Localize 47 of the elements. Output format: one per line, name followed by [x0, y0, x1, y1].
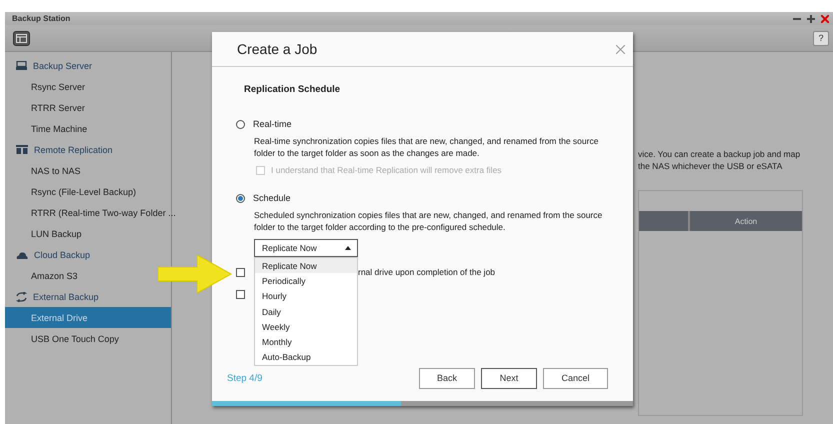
- sidebar-group[interactable]: Cloud Backup: [34, 250, 90, 260]
- sidebar-item[interactable]: USB One Touch Copy: [5, 328, 123, 349]
- step-indicator: Step 4/9: [227, 372, 262, 384]
- checkbox[interactable]: [236, 290, 245, 298]
- dropdown-option[interactable]: Replicate Now: [255, 258, 357, 274]
- checkbox-label: rnal drive upon completion of the job: [358, 267, 496, 277]
- schedule-select[interactable]: Replicate Now: [254, 239, 358, 257]
- sidebar-item[interactable]: LUN Backup: [5, 223, 86, 244]
- replication-icon: [16, 145, 28, 154]
- radio-label: Real-time: [253, 119, 292, 129]
- maximize-icon[interactable]: [807, 14, 815, 22]
- description-text: the NAS whichever the USB or eSATA: [638, 160, 784, 172]
- close-icon[interactable]: [616, 44, 625, 54]
- option-description: Real-time synchronization copies files that are new, changed, and renamed from the source folder to the target folder as soon as the changes are made.: [254, 135, 600, 159]
- checkbox-label: I understand that Real-time Replication will remove extra files: [271, 165, 502, 175]
- close-icon[interactable]: [821, 14, 829, 22]
- sidebar-item[interactable]: RTRR (Real-time Two-way Folder ...: [5, 202, 180, 223]
- help-button[interactable]: ?: [813, 30, 829, 46]
- radio-label: Schedule: [253, 193, 291, 203]
- server-icon: [16, 61, 27, 70]
- dialog-button[interactable]: Next: [481, 368, 537, 388]
- minimize-icon[interactable]: [793, 18, 801, 20]
- dialog-button[interactable]: Back: [419, 368, 475, 388]
- sidebar-item[interactable]: Rsync (File-Level Backup): [5, 181, 140, 202]
- sidebar-item[interactable]: RTRR Server: [5, 97, 89, 118]
- dialog-title: Create a Job: [237, 41, 318, 57]
- sidebar-group[interactable]: Backup Server: [33, 60, 92, 70]
- caret-icon: [345, 246, 351, 250]
- sidebar-item[interactable]: Time Machine: [5, 118, 92, 139]
- section-title: Replication Schedule: [244, 84, 342, 95]
- cloud-icon: [16, 250, 28, 258]
- radio-button[interactable]: [236, 120, 245, 128]
- sidebar-group[interactable]: External Backup: [33, 292, 99, 302]
- column-header: Action: [688, 211, 802, 231]
- dialog-button[interactable]: Cancel: [543, 368, 608, 388]
- sidebar-group[interactable]: Remote Replication: [34, 144, 113, 154]
- sidebar-item[interactable]: External Drive: [5, 307, 171, 328]
- window-title: Backup Station: [12, 14, 70, 23]
- layout-button[interactable]: [13, 30, 30, 46]
- description-text: vice. You can create a backup job and map: [638, 148, 802, 160]
- sidebar-item[interactable]: Rsync Server: [5, 76, 90, 97]
- radio-button[interactable]: [236, 194, 245, 202]
- sidebar-item[interactable]: NAS to NAS: [5, 160, 85, 181]
- option-description: Scheduled synchronization copies files that are new, changed, and renamed from the source folder to the target folder according to the pre-configured schedule.: [254, 209, 604, 233]
- sync-icon: [16, 292, 27, 302]
- checkbox[interactable]: [236, 268, 245, 276]
- sidebar-item[interactable]: Amazon S3: [5, 265, 82, 286]
